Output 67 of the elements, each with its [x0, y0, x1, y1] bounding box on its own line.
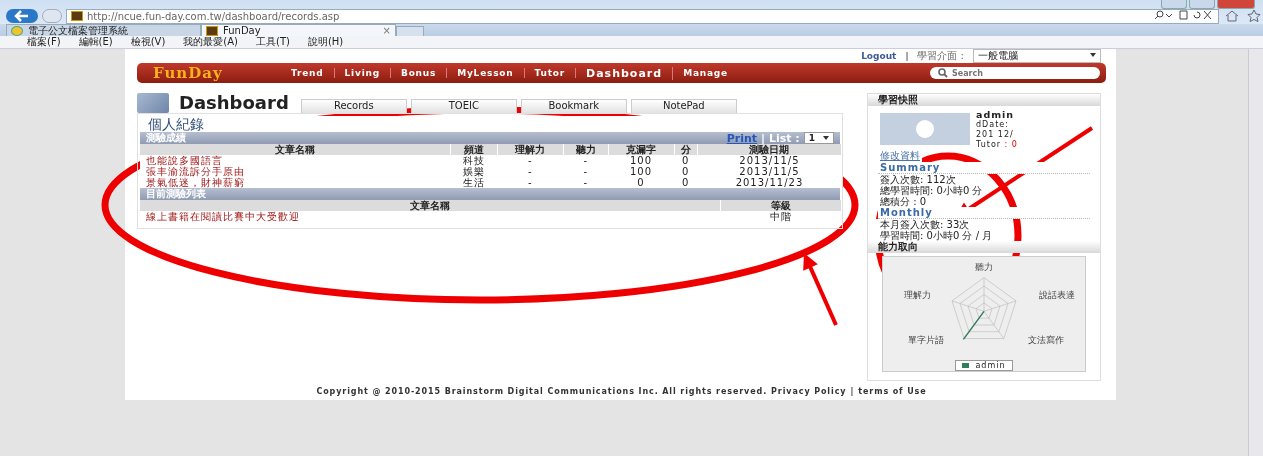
tab[interactable]: TOEIC	[410, 99, 517, 113]
forward-button[interactable]	[42, 9, 62, 23]
menu-item[interactable]: 工具(T)	[256, 35, 290, 49]
separator: |	[850, 387, 855, 396]
minimize-icon[interactable]	[1161, 0, 1187, 9]
separator: |	[905, 51, 909, 61]
new-tab-button[interactable]	[396, 26, 424, 36]
tab[interactable]: NotePad	[630, 99, 737, 113]
back-button[interactable]	[6, 9, 38, 23]
section-title: 測驗成績	[146, 132, 186, 145]
table-cell: 2013/11/5	[697, 155, 842, 166]
folder-icon	[137, 93, 169, 113]
menu-item[interactable]: 說明(H)	[307, 35, 344, 49]
toolbar-icons	[1154, 10, 1214, 22]
table-cell: 中階	[720, 211, 842, 222]
tab[interactable]: Records	[300, 99, 407, 113]
table-cell: 100	[608, 155, 675, 166]
page-title: Dashboard	[179, 92, 289, 113]
menu-item[interactable]: 檔案(F)	[27, 35, 61, 49]
browser-tab[interactable]: 電子公文檔案管理系統	[6, 24, 201, 36]
profile-text: 201 12/	[976, 130, 1016, 140]
logo[interactable]: FunDay	[153, 64, 281, 82]
search-field[interactable]: Search	[930, 67, 1100, 79]
profile-text: dDate:	[976, 120, 1011, 130]
tab[interactable]: Bookmark	[520, 99, 627, 113]
list-select[interactable]: 1	[803, 132, 834, 144]
table-cell: 科技	[450, 155, 498, 166]
menu-item[interactable]: 編輯(E)	[78, 35, 113, 49]
terms-link[interactable]: terms of Use	[858, 387, 927, 396]
column-header: 文章名稱	[140, 200, 721, 211]
tutor-count: : 0	[1003, 140, 1018, 149]
column-header: 等級	[720, 200, 842, 211]
axis-label: 文法寫作	[1028, 334, 1064, 346]
nav-link[interactable]: Tutor	[524, 68, 577, 78]
address-field[interactable]: http://ncue.fun-day.com.tw/dashboard/records.asp	[66, 8, 1219, 24]
legend-label: admin	[975, 361, 1006, 370]
nav-link[interactable]: MyLesson	[447, 68, 525, 78]
maximize-icon[interactable]	[1189, 0, 1215, 9]
globe-icon	[11, 25, 23, 36]
privacy-link[interactable]: Privacy Policy	[771, 387, 847, 396]
close-tab-button[interactable]: ×	[382, 25, 391, 36]
axis-label: 單字片語	[907, 334, 944, 346]
axis-label: 說話表達	[1039, 289, 1076, 301]
search-icon	[938, 68, 948, 78]
nav-link[interactable]: Living	[334, 68, 391, 78]
nav-link[interactable]: Manage	[673, 68, 738, 78]
home-icon[interactable]	[1223, 10, 1241, 22]
nav-link[interactable]: Dashboard	[576, 66, 674, 80]
legend-swatch	[962, 363, 970, 368]
logout-link[interactable]: Logout	[861, 51, 897, 61]
url-text: http://ncue.fun-day.com.tw/dashboard/records.asp	[87, 10, 341, 22]
star-icon[interactable]	[1245, 10, 1263, 22]
menu-item[interactable]: 檢視(V)	[130, 35, 166, 49]
browser-tab[interactable]: FunDay ×	[201, 24, 396, 36]
nav-link[interactable]: Trend	[281, 68, 335, 78]
section-title: 目前測驗列表	[146, 187, 206, 201]
table-cell: 0	[674, 155, 698, 166]
article-link[interactable]: 線上書籍在閱讀比賽中大受歡迎	[140, 211, 721, 222]
close-icon[interactable]	[1217, 0, 1255, 9]
article-link[interactable]: 也能說多國語言	[140, 155, 451, 166]
nav-link[interactable]: Bonus	[390, 68, 448, 78]
copyright-text: Copyright @ 2010-2015 Brainstorm Digital Communications Inc. All rights reserved.	[316, 387, 768, 396]
interface-label: 學習介面 :	[917, 49, 964, 63]
menu-item[interactable]: 我的最愛(A)	[183, 35, 238, 49]
column-header: 文章名稱	[140, 144, 451, 155]
profile-text: Tutor : 0	[976, 140, 1020, 150]
panel-title: 學習快照	[868, 94, 1100, 106]
